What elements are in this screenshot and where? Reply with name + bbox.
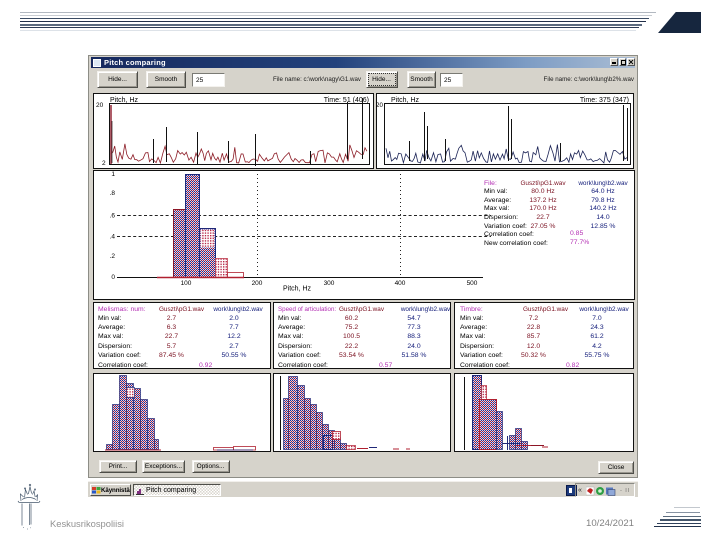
svg-text:1: 1 [111,171,115,178]
svg-text:500: 500 [467,280,478,287]
svg-text:Time: 375 (347): Time: 375 (347) [580,97,629,104]
svg-text:.6: .6 [110,213,116,220]
svg-text:.4: .4 [110,234,116,241]
svg-text:0: 0 [111,274,115,281]
svg-text:.2: .2 [110,253,116,260]
svg-text:Pitch, Hz: Pitch, Hz [110,97,139,104]
svg-text:200: 200 [252,280,263,287]
svg-text:2: 2 [102,160,106,167]
svg-text:20: 20 [376,102,383,109]
svg-text:.8: .8 [110,190,116,197]
svg-text:400: 400 [395,280,406,287]
svg-text:20: 20 [96,102,104,109]
svg-text:300: 300 [324,280,335,287]
svg-text:100: 100 [181,280,192,287]
svg-text:Pitch, Hz: Pitch, Hz [391,97,420,104]
svg-text:Pitch, Hz: Pitch, Hz [283,286,312,293]
